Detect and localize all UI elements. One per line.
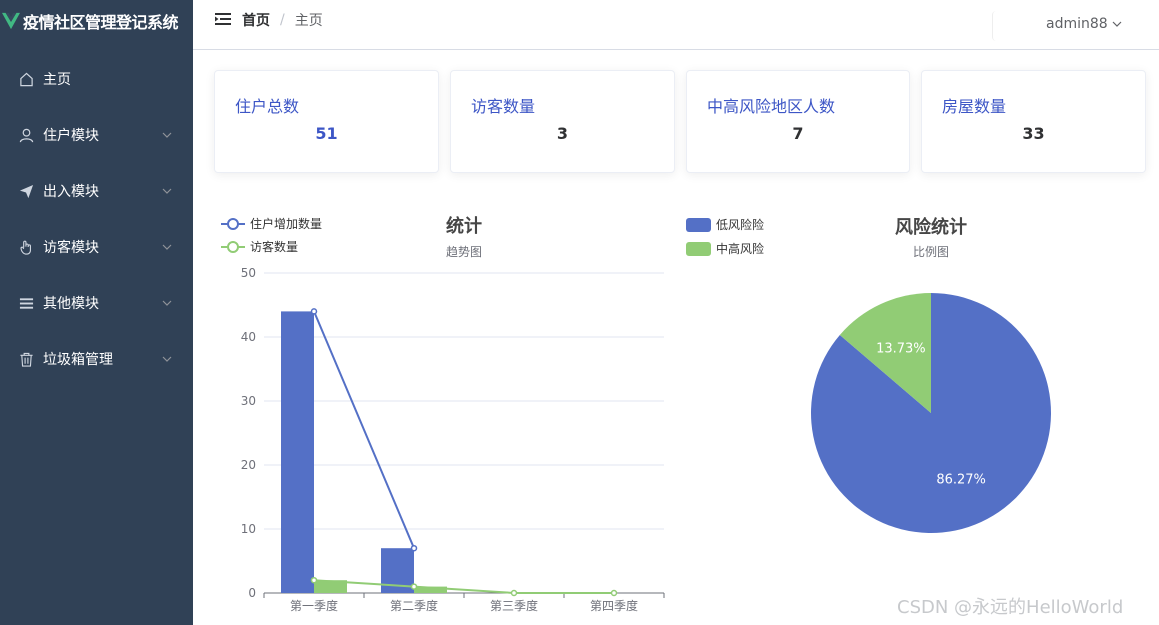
legend-swatch [686, 242, 711, 256]
chevron-down-icon [162, 188, 172, 194]
stat-card-title: 房屋数量 [942, 97, 1007, 116]
legend-marker [227, 218, 239, 230]
x-tick-label: 第三季度 [490, 598, 538, 613]
chevron-down-icon [162, 300, 172, 306]
stat-card-title: 访客数量 [471, 97, 536, 116]
user-name[interactable]: admin88 [1046, 16, 1108, 32]
breadcrumb: 首页 / 主页 [242, 10, 323, 30]
menu-icon [18, 295, 34, 311]
y-tick-label: 50 [241, 266, 256, 280]
stat-card-visitors: 访客数量 3 [450, 70, 675, 173]
x-tick-label: 第一季度 [290, 598, 338, 613]
stat-card-residents: 住户总数 51 [214, 70, 439, 173]
sidebar-item-label: 出入模块 [43, 184, 99, 200]
y-tick-label: 30 [241, 394, 256, 408]
sidebar-item-home[interactable]: 主页 [0, 51, 193, 107]
stat-card-value: 51 [315, 124, 338, 143]
stat-card-title: 住户总数 [235, 97, 300, 116]
line-visitors [313, 579, 614, 594]
y-tick-label: 0 [248, 586, 256, 600]
stat-card-value: 3 [556, 124, 569, 143]
breadcrumb-separator: / [280, 12, 285, 28]
legend-marker [227, 241, 239, 253]
stat-card-title: 中高风险地区人数 [707, 97, 836, 116]
sidebar-item-label: 访客模块 [43, 240, 99, 256]
legend-label: 访客数量 [250, 239, 298, 254]
y-tick-label: 40 [241, 330, 256, 344]
chart-title: 风险统计 [895, 216, 967, 238]
charts-svg: 0 10 20 30 40 50 第一季度 第二季度 第三季度 第四季度 住户增加数量访客数量 统计趋… [221, 215, 1051, 613]
line-residents-point [310, 308, 318, 315]
sidebar-item-label: 垃圾箱管理 [43, 352, 113, 368]
user-icon [18, 127, 34, 143]
stat-card-houses: 房屋数量 33 [921, 70, 1146, 173]
line-visitors-point [410, 583, 418, 590]
legend-swatch [686, 218, 711, 232]
legend-label: 低风险险 [716, 217, 764, 232]
stat-card-high-risk: 中高风险地区人数 7 [686, 70, 910, 173]
chevron-down-icon [162, 132, 172, 138]
chevron-down-icon [162, 356, 172, 362]
chevron-down-icon [162, 244, 172, 250]
charts-area: 0 10 20 30 40 50 第一季度 第二季度 第三季度 第四季度 住户增加数量 访客数量 统计趋… [203, 200, 1159, 625]
line-visitors-point [310, 576, 318, 584]
chevron-down-icon[interactable] [1111, 18, 1123, 30]
watermark: CSDN @永远的HelloWorld [897, 597, 1124, 618]
chart-subtitle: 趋势图 [446, 245, 482, 259]
navbar: 首页 / 主页 admin88 [193, 0, 1159, 50]
y-tick-label: 10 [241, 522, 256, 536]
chart-subtitle: 比例图 [913, 245, 949, 259]
stat-card-value: 33 [1022, 124, 1045, 143]
line-residents [313, 311, 415, 549]
x-tick-label: 第四季度 [590, 598, 638, 613]
legend-label: 住户增加数量 [250, 216, 322, 231]
sidebar-item-label: 其他模块 [43, 296, 99, 312]
breadcrumb-home[interactable]: 首页 [242, 10, 270, 30]
sidebar-item-access[interactable]: 出入模块 [0, 163, 193, 219]
sidebar-item-label: 主页 [43, 72, 71, 88]
sidebar-item-visitors[interactable]: 访客模块 [0, 219, 193, 275]
sidebar-item-residents[interactable]: 住户模块 [0, 107, 193, 163]
pie-slice-label: 13.73% [876, 342, 926, 357]
sidebar: 疫情社区管理登记系统 主页 住户模块 出入模块 访客模块 其他模块 垃圾箱管理 [0, 0, 193, 625]
sidebar-item-other[interactable]: 其他模块 [0, 275, 193, 331]
sidebar-item-trash[interactable]: 垃圾箱管理 [0, 331, 193, 387]
hand-icon [18, 239, 34, 255]
x-tick-label: 第二季度 [390, 598, 438, 613]
pie-slice-label: 86.27% [936, 472, 986, 487]
line-visitors-point [510, 589, 518, 597]
vue-logo-icon [2, 12, 20, 30]
avatar[interactable] [992, 11, 1032, 41]
legend-label: 中高风险 [716, 241, 764, 256]
hamburger-icon[interactable] [215, 12, 231, 26]
send-icon [18, 183, 34, 199]
line-visitors-point [610, 589, 618, 597]
line-residents-point [410, 544, 418, 552]
bar-residents [281, 311, 314, 593]
home-icon [18, 71, 34, 87]
chart-title: 统计 [446, 215, 482, 237]
breadcrumb-current: 主页 [294, 13, 323, 29]
app-title: 疫情社区管理登记系统 [23, 13, 179, 32]
brand: 疫情社区管理登记系统 [0, 0, 193, 42]
trash-icon [18, 351, 34, 367]
sidebar-item-label: 住户模块 [43, 128, 99, 144]
stat-card-value: 7 [792, 124, 804, 143]
y-tick-label: 20 [241, 458, 256, 472]
